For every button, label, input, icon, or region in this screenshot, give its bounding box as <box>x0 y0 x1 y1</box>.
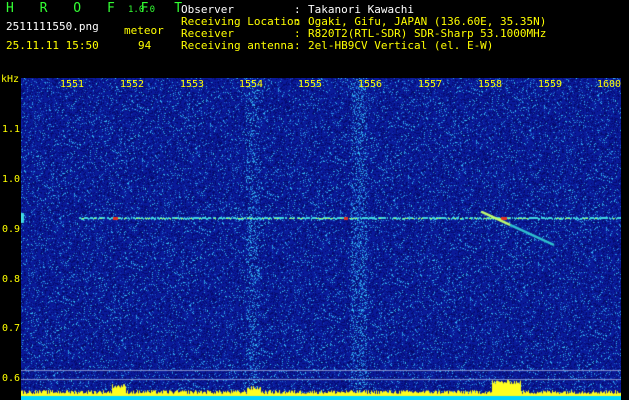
time-tick: 1551 <box>60 79 85 90</box>
time-tick: 1558 <box>478 79 503 90</box>
count-value: 94 <box>138 39 152 52</box>
freq-tick: 0.8 <box>2 274 21 285</box>
time-tick: 1555 <box>298 79 323 90</box>
spectrogram <box>21 78 621 400</box>
app-version: 1.0.0 <box>128 5 156 15</box>
time-tick: 1553 <box>180 79 205 90</box>
time-tick: 1600 <box>597 79 622 90</box>
time-tick: 1557 <box>418 79 443 90</box>
freq-tick: 0.9 <box>2 224 21 235</box>
info-value: 2el-HB9CV Vertical (el. E-W) <box>308 39 494 52</box>
time-tick: 1552 <box>120 79 145 90</box>
freq-tick: 0.7 <box>2 323 21 334</box>
freq-tick: 0.6 <box>2 373 21 384</box>
freq-tick: 1.1 <box>2 124 21 135</box>
app-title: H R O F F T <box>6 1 192 16</box>
info-row-antenna: Receiving antenna : 2el-HB9CV Vertical (… <box>181 40 546 52</box>
file-name: 2511111550.png <box>6 20 99 33</box>
time-tick: 1554 <box>239 79 264 90</box>
time-tick: 1556 <box>358 79 383 90</box>
info-key: Receiving antenna <box>181 39 294 52</box>
freq-tick: 1.0 <box>2 174 21 185</box>
info-separator: : <box>294 39 301 52</box>
mode-label: meteor <box>124 24 164 37</box>
time-tick: 1559 <box>538 79 563 90</box>
date-time: 25.11.11 15:50 <box>6 39 99 52</box>
station-info: Observer : Takanori Kawachi Receiving Lo… <box>181 4 546 52</box>
spectrogram-canvas <box>21 78 621 400</box>
frequency-unit-label: kHz <box>1 74 20 85</box>
